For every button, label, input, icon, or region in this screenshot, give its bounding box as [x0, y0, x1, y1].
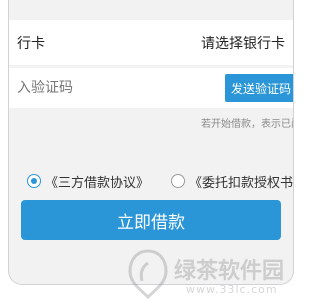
agreement-three-party[interactable]: 《三方借款协议》 — [27, 172, 149, 191]
agreement-three-party-label[interactable]: 《三方借款协议》 — [45, 172, 149, 191]
radio-checked-icon[interactable] — [27, 174, 41, 188]
bank-card-select[interactable]: 请选择银行卡 — [201, 33, 285, 53]
loan-form-panel: 行卡 请选择银行卡 发送验证码 若开始借款，表示已阅 《三方借款协议》 《委托扣… — [8, 0, 294, 285]
agreement-hint-text: 若开始借款，表示已阅 — [201, 119, 294, 130]
send-code-button[interactable]: 发送验证码 — [225, 74, 293, 102]
radio-unchecked-icon[interactable] — [171, 174, 186, 188]
verification-code-row: 发送验证码 — [9, 68, 293, 108]
agreement-debit-authorization[interactable]: 《委托扣款授权书》 — [171, 172, 293, 191]
bank-card-label: 行卡 — [17, 35, 45, 52]
agreements-row: 《三方借款协议》 《委托扣款授权书》 — [9, 166, 293, 196]
borrow-now-button[interactable]: 立即借款 — [21, 200, 281, 240]
bank-card-row[interactable]: 行卡 请选择银行卡 — [9, 20, 293, 65]
agreement-debit-authorization-label[interactable]: 《委托扣款授权书》 — [189, 172, 293, 191]
verification-code-input[interactable] — [17, 80, 187, 96]
